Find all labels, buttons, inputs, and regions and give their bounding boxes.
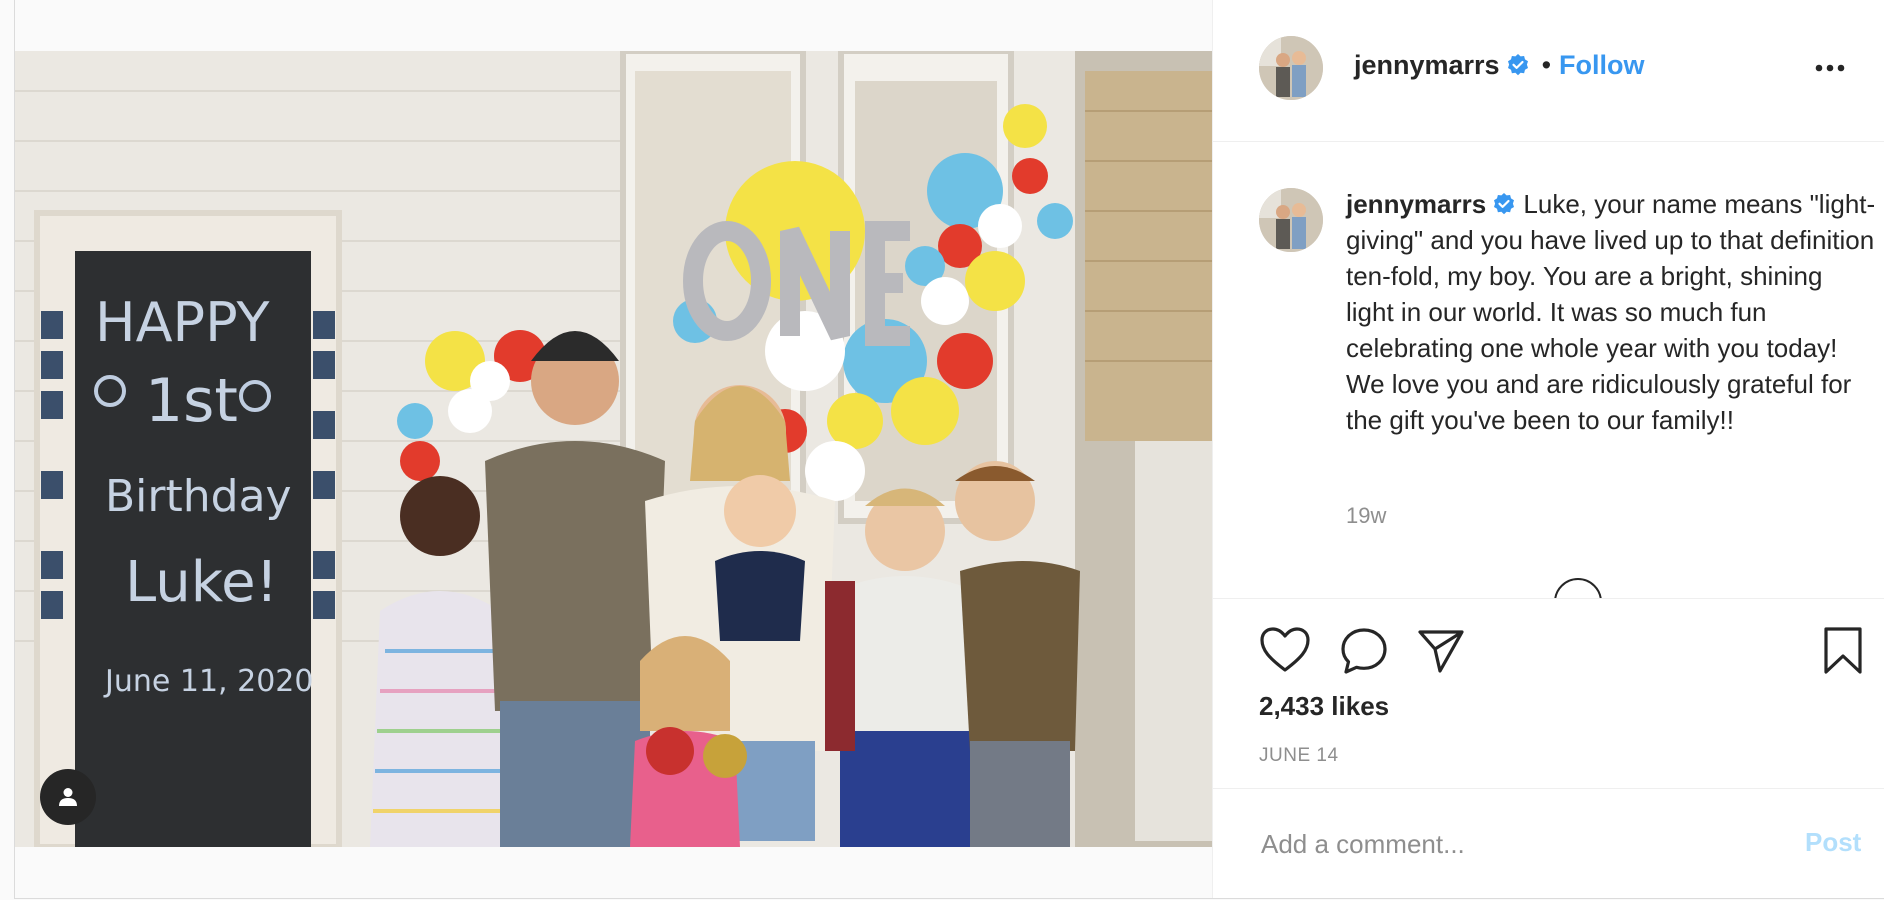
post-date[interactable]: JUNE 14 [1259,745,1339,767]
caption-username[interactable]: jennymarrs [1346,189,1486,219]
post-comment-button[interactable]: Post [1805,827,1861,858]
follow-button[interactable]: Follow [1559,50,1644,80]
caption-time-ago[interactable]: 19w [1346,503,1386,529]
post-side-panel: jennymarrs • Follow jennymarrs Luke, you… [1212,0,1884,898]
user-tag-icon [59,788,77,806]
bookmark-icon[interactable] [1822,626,1864,676]
svg-text:June 11, 2020: June 11, 2020 [103,664,313,699]
caption-area: jennymarrs Luke, your name means "light-… [1213,142,1884,598]
header-separator: • [1541,50,1552,80]
comment-box: Post [1213,788,1884,899]
caption-verified-badge-icon [1494,193,1515,215]
post-card: HAPPY 1st Birthday Luke! June 11, 2020 j… [14,0,1884,899]
more-options-icon[interactable] [1813,58,1847,78]
user-tag-button[interactable] [40,769,96,825]
share-icon[interactable] [1416,627,1466,675]
heart-icon[interactable] [1259,626,1311,674]
header-user-row: jennymarrs • Follow [1354,50,1645,81]
comment-input[interactable] [1259,823,1763,865]
svg-text:Luke!: Luke! [125,550,278,615]
likes-count[interactable]: 2,433 likes [1259,691,1389,722]
caption-avatar[interactable] [1259,188,1323,252]
caption-text: Luke, your name means "light-giving" and… [1346,189,1876,435]
svg-text:Birthday: Birthday [105,471,292,522]
svg-text:HAPPY: HAPPY [95,291,270,354]
post-photo[interactable]: HAPPY 1st Birthday Luke! June 11, 2020 [15,51,1212,847]
svg-text:1st: 1st [145,366,238,436]
next-comment-peek [1554,578,1602,598]
verified-badge-icon [1507,54,1528,76]
post-media: HAPPY 1st Birthday Luke! June 11, 2020 [15,0,1212,898]
caption: jennymarrs Luke, your name means "light-… [1346,186,1876,438]
avatar[interactable] [1259,36,1323,100]
comment-icon[interactable] [1339,626,1389,676]
action-bar: 2,433 likes JUNE 14 [1213,598,1884,789]
post-header: jennymarrs • Follow [1213,0,1884,142]
header-username[interactable]: jennymarrs [1354,50,1500,80]
